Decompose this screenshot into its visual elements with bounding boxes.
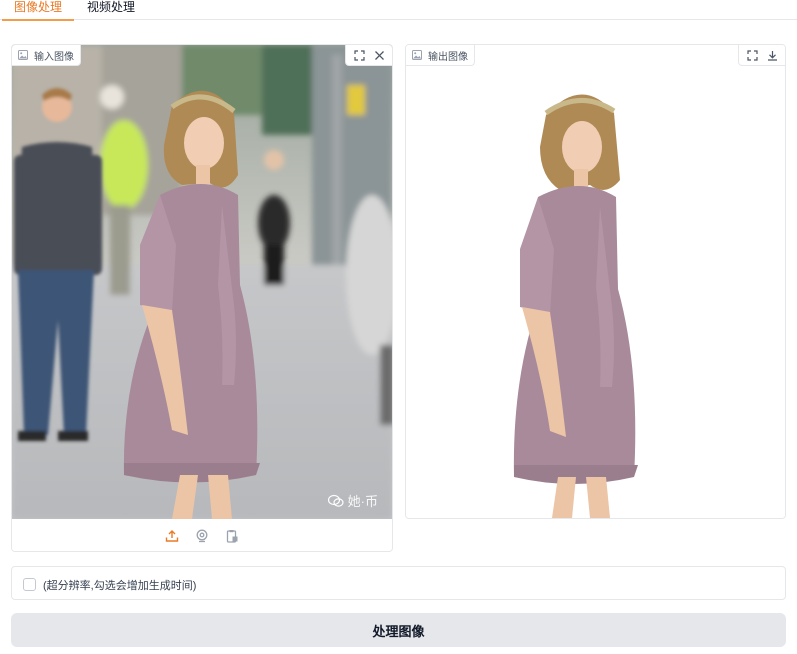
input-image-label: 输入图像 bbox=[12, 45, 81, 66]
image-source-bar bbox=[12, 519, 392, 551]
fullscreen-icon bbox=[746, 49, 758, 61]
watermark: 她·币 bbox=[327, 491, 378, 510]
fullscreen-button[interactable] bbox=[350, 46, 368, 64]
output-image-toolbar bbox=[738, 45, 785, 66]
close-icon bbox=[374, 50, 384, 60]
clear-image-button[interactable] bbox=[370, 46, 388, 64]
clipboard-icon bbox=[226, 529, 238, 543]
output-image-panel: 输出图像 bbox=[405, 44, 786, 519]
process-image-button[interactable]: 处理图像 bbox=[11, 613, 786, 647]
input-image-label-text: 输入图像 bbox=[34, 51, 74, 63]
webcam-button[interactable] bbox=[192, 526, 212, 546]
wechat-icon bbox=[327, 494, 344, 507]
input-image-panel: 输入图像 她·币 bbox=[11, 44, 393, 552]
super-resolution-option: (超分辨率,勾选会增加生成时间) bbox=[11, 566, 786, 600]
clipboard-button[interactable] bbox=[222, 526, 242, 546]
download-button[interactable] bbox=[763, 46, 781, 64]
download-icon bbox=[767, 50, 777, 61]
tab-image-processing[interactable]: 图像处理 bbox=[1, 0, 75, 21]
tab-video-processing[interactable]: 视频处理 bbox=[87, 0, 135, 20]
tab-bar: 图像处理 视频处理 bbox=[0, 0, 797, 21]
fullscreen-button[interactable] bbox=[743, 46, 761, 64]
image-icon bbox=[412, 50, 422, 60]
input-photo bbox=[12, 45, 392, 519]
super-resolution-checkbox[interactable] bbox=[23, 578, 36, 591]
upload-button[interactable] bbox=[162, 526, 182, 546]
output-photo bbox=[406, 45, 785, 518]
super-resolution-label[interactable]: (超分辨率,勾选会增加生成时间) bbox=[43, 577, 196, 593]
watermark-text: 她·币 bbox=[347, 494, 378, 509]
fullscreen-icon bbox=[353, 49, 365, 61]
webcam-icon bbox=[196, 529, 208, 542]
image-icon bbox=[18, 50, 28, 60]
output-image-label-text: 输出图像 bbox=[428, 51, 468, 63]
output-image-label: 输出图像 bbox=[406, 45, 475, 66]
input-image-toolbar bbox=[345, 45, 392, 66]
upload-icon bbox=[165, 529, 179, 542]
